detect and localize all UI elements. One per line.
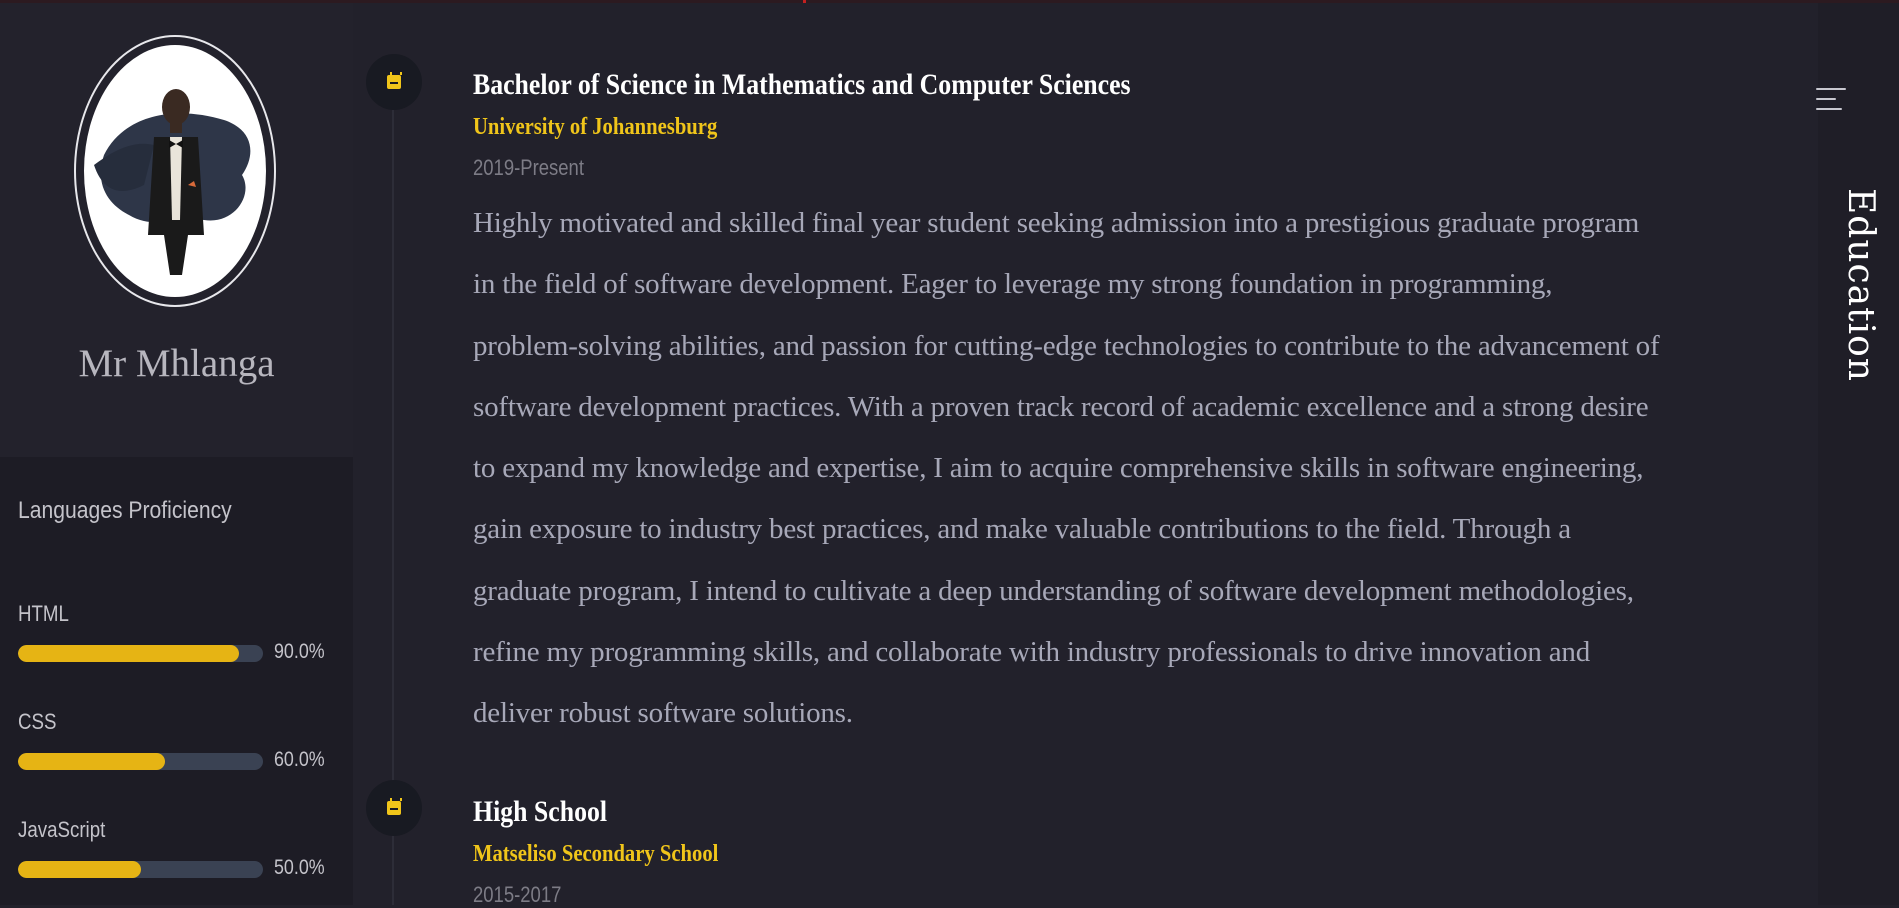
calendar-icon bbox=[387, 798, 402, 815]
avatar-frame bbox=[74, 35, 276, 307]
avatar bbox=[84, 45, 266, 297]
skill-progress-fill bbox=[18, 753, 165, 770]
skill-progress-bar bbox=[18, 753, 263, 770]
skill-value: 50.0% bbox=[274, 856, 325, 879]
profile-card: Mr Mhlanga bbox=[0, 3, 353, 457]
skill-label: CSS bbox=[18, 709, 57, 734]
timeline-marker bbox=[366, 780, 422, 836]
skill-html: HTML 90.0% bbox=[18, 601, 338, 667]
menu-icon[interactable] bbox=[1816, 88, 1846, 118]
study-period: 2019-Present bbox=[473, 155, 584, 180]
languages-title: Languages Proficiency bbox=[18, 497, 232, 524]
profile-name: Mr Mhlanga bbox=[78, 342, 275, 385]
skill-value: 60.0% bbox=[274, 748, 325, 771]
top-accent-mark bbox=[803, 0, 806, 3]
degree-title: Bachelor of Science in Mathematics and C… bbox=[473, 68, 1131, 101]
education-entry: High School Matseliso Secondary School 2… bbox=[473, 795, 1653, 908]
skill-value: 90.0% bbox=[274, 640, 325, 663]
sidebar: Mr Mhlanga Languages Proficiency HTML 90… bbox=[0, 3, 353, 905]
skill-javascript: JavaScript 50.0% bbox=[18, 817, 338, 883]
institution-name: Matseliso Secondary School bbox=[473, 841, 719, 867]
timeline-marker bbox=[366, 54, 422, 110]
study-period: 2015-2017 bbox=[473, 882, 562, 907]
degree-title: High School bbox=[473, 795, 608, 828]
right-rail bbox=[1818, 3, 1899, 905]
skill-label: JavaScript bbox=[18, 817, 106, 842]
skill-progress-fill bbox=[18, 861, 141, 878]
institution-name: University of Johannesburg bbox=[473, 114, 718, 140]
skill-progress-bar bbox=[18, 861, 263, 878]
skill-css: CSS 60.0% bbox=[18, 709, 338, 775]
profile-photo-icon bbox=[94, 89, 251, 275]
education-entry: Bachelor of Science in Mathematics and C… bbox=[473, 68, 1660, 745]
entry-description: Highly motivated and skilled final year … bbox=[473, 207, 1660, 730]
section-title: Education bbox=[1840, 188, 1881, 382]
skill-progress-fill bbox=[18, 645, 239, 662]
skill-progress-bar bbox=[18, 645, 263, 662]
skill-label: HTML bbox=[18, 601, 69, 626]
calendar-icon bbox=[387, 72, 402, 89]
